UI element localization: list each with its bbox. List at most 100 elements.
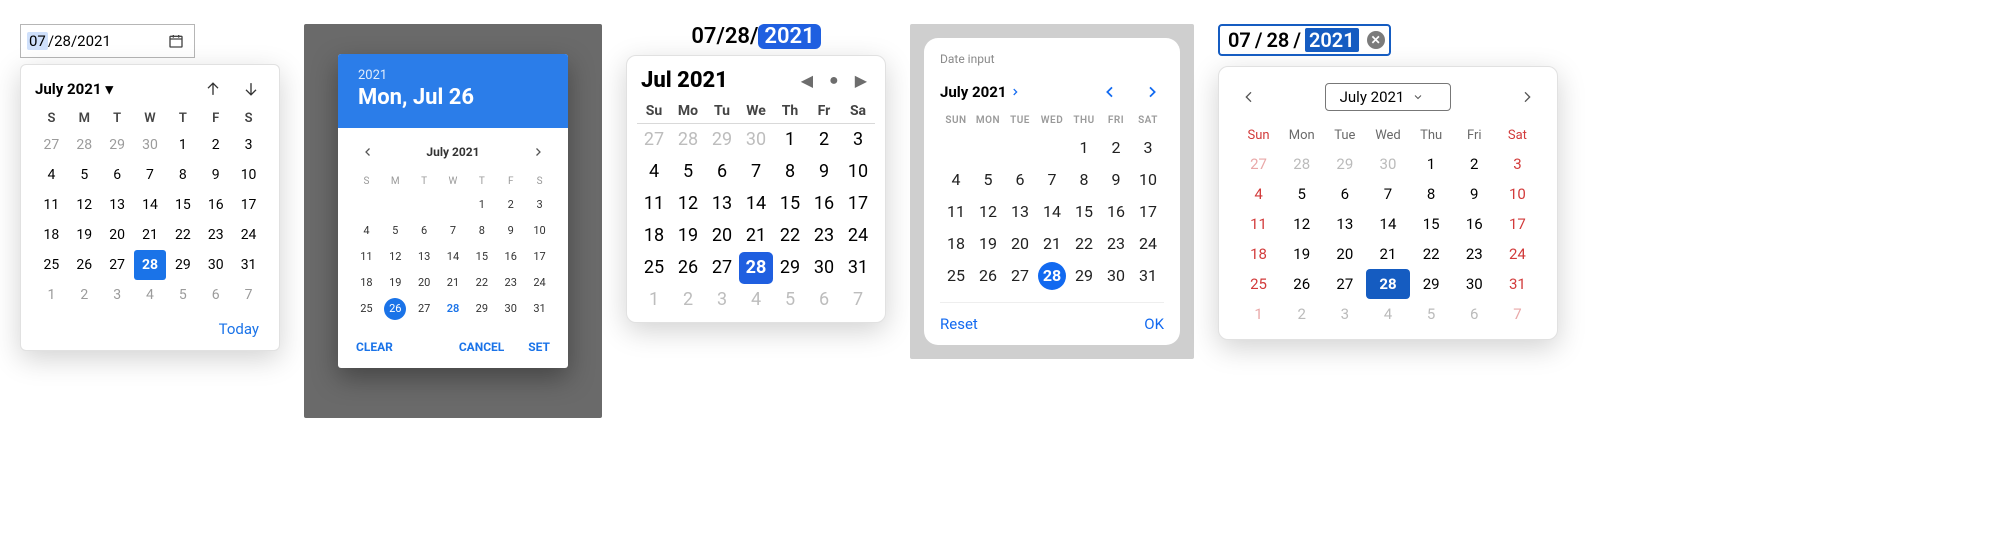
day-cell[interactable]: 29 bbox=[101, 130, 134, 160]
day-cell[interactable]: 20 bbox=[410, 270, 439, 296]
day-cell[interactable]: 4 bbox=[134, 280, 167, 310]
date-input-month[interactable]: 07 bbox=[691, 24, 716, 49]
day-cell[interactable]: 31 bbox=[525, 296, 554, 322]
day-cell[interactable]: 25 bbox=[1237, 269, 1280, 299]
day-cell[interactable]: 3 bbox=[232, 130, 265, 160]
day-cell[interactable]: 4 bbox=[637, 156, 671, 188]
date-input-month[interactable]: 07 bbox=[27, 32, 48, 50]
day-cell[interactable]: 14 bbox=[739, 188, 773, 220]
day-cell[interactable]: 17 bbox=[232, 190, 265, 220]
day-cell[interactable]: 1 bbox=[773, 124, 807, 156]
day-cell[interactable]: 17 bbox=[841, 188, 875, 220]
day-cell[interactable]: 8 bbox=[1068, 164, 1100, 196]
next-month-button[interactable] bbox=[1140, 80, 1164, 104]
day-cell[interactable]: 6 bbox=[410, 218, 439, 244]
day-cell[interactable]: 12 bbox=[671, 188, 705, 220]
day-cell[interactable]: 6 bbox=[101, 160, 134, 190]
day-cell[interactable]: 14 bbox=[1036, 196, 1068, 228]
day-cell[interactable]: 25 bbox=[940, 260, 972, 292]
next-month-button[interactable] bbox=[237, 75, 265, 103]
day-cell[interactable]: 6 bbox=[705, 156, 739, 188]
day-cell[interactable]: 13 bbox=[101, 190, 134, 220]
day-cell[interactable]: 21 bbox=[439, 270, 468, 296]
day-cell[interactable]: 30 bbox=[1100, 260, 1132, 292]
day-cell[interactable]: 22 bbox=[773, 220, 807, 252]
month-year-selector[interactable]: July 2021 ▾ bbox=[35, 80, 113, 98]
day-cell[interactable]: 21 bbox=[1036, 228, 1068, 260]
day-cell[interactable]: 15 bbox=[1410, 209, 1453, 239]
day-cell[interactable]: 27 bbox=[1323, 269, 1366, 299]
day-cell[interactable]: 16 bbox=[199, 190, 232, 220]
day-cell[interactable]: 17 bbox=[1132, 196, 1164, 228]
day-cell[interactable]: 12 bbox=[1280, 209, 1323, 239]
day-cell[interactable]: 12 bbox=[381, 244, 410, 270]
day-cell[interactable]: 22 bbox=[1068, 228, 1100, 260]
day-cell[interactable]: 9 bbox=[496, 218, 525, 244]
today-button[interactable]: Today bbox=[35, 310, 265, 338]
day-cell[interactable]: 23 bbox=[1453, 239, 1496, 269]
day-cell[interactable]: 3 bbox=[705, 284, 739, 316]
date-input-year[interactable]: 2021 bbox=[758, 24, 820, 49]
day-cell[interactable]: 25 bbox=[35, 250, 68, 280]
day-cell[interactable]: 2 bbox=[807, 124, 841, 156]
set-button[interactable]: SET bbox=[528, 340, 550, 354]
day-cell[interactable]: 26 bbox=[1280, 269, 1323, 299]
day-cell[interactable]: 12 bbox=[972, 196, 1004, 228]
day-cell[interactable]: 4 bbox=[1366, 299, 1409, 329]
day-cell[interactable]: 9 bbox=[1453, 179, 1496, 209]
day-cell[interactable]: 27 bbox=[35, 130, 68, 160]
day-cell[interactable]: 23 bbox=[807, 220, 841, 252]
day-cell[interactable]: 18 bbox=[637, 220, 671, 252]
day-cell[interactable]: 25 bbox=[352, 296, 381, 322]
day-cell[interactable]: 14 bbox=[439, 244, 468, 270]
day-cell[interactable]: 30 bbox=[807, 252, 841, 284]
day-cell[interactable]: 6 bbox=[199, 280, 232, 310]
day-cell[interactable]: 18 bbox=[35, 220, 68, 250]
prev-month-button[interactable] bbox=[1098, 80, 1122, 104]
clear-button[interactable]: CLEAR bbox=[356, 340, 393, 354]
day-cell[interactable]: 30 bbox=[134, 130, 167, 160]
day-cell[interactable]: 30 bbox=[199, 250, 232, 280]
day-cell[interactable]: 1 bbox=[467, 192, 496, 218]
day-cell[interactable]: 30 bbox=[1453, 269, 1496, 299]
day-cell[interactable]: 24 bbox=[525, 270, 554, 296]
day-cell[interactable]: 2 bbox=[671, 284, 705, 316]
day-cell[interactable]: 4 bbox=[1237, 179, 1280, 209]
day-cell[interactable]: 22 bbox=[1410, 239, 1453, 269]
day-cell[interactable]: 2 bbox=[1453, 149, 1496, 179]
day-cell[interactable]: 7 bbox=[232, 280, 265, 310]
day-cell[interactable]: 20 bbox=[101, 220, 134, 250]
day-cell[interactable]: 22 bbox=[166, 220, 199, 250]
day-cell[interactable]: 8 bbox=[467, 218, 496, 244]
day-cell[interactable]: 29 bbox=[467, 296, 496, 322]
day-cell[interactable]: 8 bbox=[1410, 179, 1453, 209]
day-cell[interactable]: 20 bbox=[1323, 239, 1366, 269]
day-cell[interactable]: 31 bbox=[232, 250, 265, 280]
day-cell[interactable]: 7 bbox=[439, 218, 468, 244]
day-cell[interactable]: 5 bbox=[68, 160, 101, 190]
day-cell[interactable]: 17 bbox=[525, 244, 554, 270]
day-cell[interactable]: 1 bbox=[637, 284, 671, 316]
day-cell[interactable]: 19 bbox=[68, 220, 101, 250]
day-cell[interactable]: 28 bbox=[1366, 269, 1409, 299]
day-cell[interactable]: 7 bbox=[841, 284, 875, 316]
day-cell[interactable]: 28 bbox=[671, 124, 705, 156]
day-cell[interactable]: 23 bbox=[1100, 228, 1132, 260]
day-cell[interactable]: 29 bbox=[773, 252, 807, 284]
day-cell[interactable]: 1 bbox=[35, 280, 68, 310]
day-cell[interactable]: 1 bbox=[1237, 299, 1280, 329]
day-cell[interactable]: 26 bbox=[972, 260, 1004, 292]
day-cell[interactable]: 13 bbox=[1323, 209, 1366, 239]
day-cell[interactable]: 31 bbox=[841, 252, 875, 284]
next-month-button[interactable]: ▶ bbox=[851, 67, 871, 94]
day-cell[interactable]: 28 bbox=[739, 252, 773, 284]
day-cell[interactable]: 27 bbox=[637, 124, 671, 156]
day-cell[interactable]: 18 bbox=[940, 228, 972, 260]
day-cell[interactable]: 5 bbox=[972, 164, 1004, 196]
day-cell[interactable]: 30 bbox=[739, 124, 773, 156]
day-cell[interactable]: 2 bbox=[1100, 132, 1132, 164]
day-cell[interactable]: 9 bbox=[807, 156, 841, 188]
day-cell[interactable]: 22 bbox=[467, 270, 496, 296]
date-input-year[interactable]: 2021 bbox=[1305, 28, 1359, 52]
day-cell[interactable]: 10 bbox=[841, 156, 875, 188]
